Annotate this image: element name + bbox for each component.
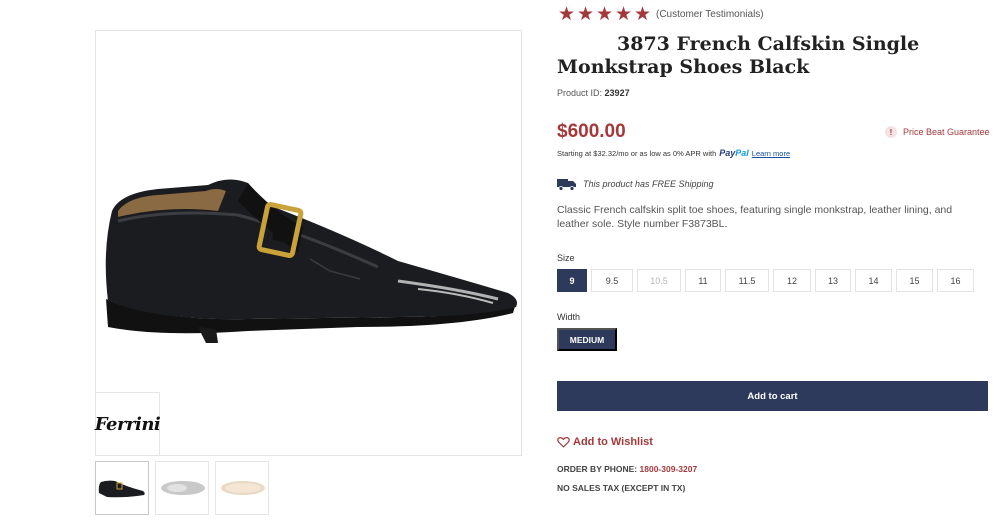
brand-logo: Ferrini xyxy=(94,414,161,435)
product-description: Classic French calfskin split toe shoes,… xyxy=(557,204,953,230)
rating-row[interactable]: ★ ★ ★ ★ ★ (Customer Testimonials) xyxy=(557,5,764,24)
price-beat-guarantee[interactable]: ! Price Beat Guarantee xyxy=(885,126,990,138)
shoe-sole-thumb-icon xyxy=(221,481,265,495)
size-option[interactable]: 14 xyxy=(855,269,892,292)
brand-logo-box: Ferrini xyxy=(94,392,161,456)
size-options: 9 9.5 10.5 11 11.5 12 13 14 15 16 xyxy=(557,269,974,292)
size-option[interactable]: 13 xyxy=(815,269,851,292)
size-option[interactable]: 10.5 xyxy=(637,269,681,292)
product-price: $600.00 xyxy=(557,121,626,142)
star-icon: ★ xyxy=(614,4,633,25)
star-icon: ★ xyxy=(576,4,595,25)
testimonials-link[interactable]: (Customer Testimonials) xyxy=(656,9,764,20)
sales-tax-note: NO SALES TAX (EXCEPT IN TX) xyxy=(557,483,686,493)
learn-more-link[interactable]: Learn more xyxy=(752,149,790,158)
size-option[interactable]: 12 xyxy=(773,269,811,292)
size-option[interactable]: 9.5 xyxy=(591,269,633,292)
financing-info: Starting at $32.32/mo or as low as 0% AP… xyxy=(557,148,791,158)
add-to-wishlist-button[interactable]: Add to Wishlist xyxy=(557,436,653,448)
width-option-medium[interactable]: MEDIUM xyxy=(557,328,617,351)
truck-icon xyxy=(557,179,576,191)
alert-icon: ! xyxy=(885,126,897,138)
shoe-top-thumb-icon xyxy=(161,481,205,495)
size-option[interactable]: 11 xyxy=(685,269,721,292)
size-option[interactable]: 15 xyxy=(896,269,933,292)
phone-link[interactable]: 1800-309-3207 xyxy=(640,464,698,474)
main-product-image[interactable]: Ferrini xyxy=(95,30,522,456)
thumbnail-side-view[interactable] xyxy=(95,461,149,515)
size-label: Size xyxy=(557,253,575,263)
product-title: 3873 French Calfskin Single Monkstrap Sh… xyxy=(557,33,920,78)
star-icon: ★ xyxy=(557,4,576,25)
star-icon: ★ xyxy=(595,4,614,25)
product-id: Product ID: 23927 xyxy=(557,88,630,98)
size-option[interactable]: 11.5 xyxy=(725,269,769,292)
shoe-side-thumb-icon xyxy=(98,480,145,498)
add-to-cart-button[interactable]: Add to cart xyxy=(557,381,988,411)
thumbnail-top-view[interactable] xyxy=(155,461,209,515)
paypal-logo: PayPal xyxy=(719,148,749,158)
thumbnail-sole-view[interactable] xyxy=(215,461,269,515)
size-option[interactable]: 9 xyxy=(557,269,587,292)
order-by-phone: ORDER BY PHONE: 1800-309-3207 xyxy=(557,464,698,474)
thumbnail-strip xyxy=(95,461,269,515)
shoe-image xyxy=(105,179,517,343)
product-id-value: 23927 xyxy=(604,88,630,98)
star-icon: ★ xyxy=(633,4,652,25)
size-option[interactable]: 16 xyxy=(937,269,974,292)
width-label: Width xyxy=(557,312,581,322)
heart-icon xyxy=(557,437,570,448)
free-shipping-notice: This product has FREE Shipping xyxy=(557,177,714,191)
